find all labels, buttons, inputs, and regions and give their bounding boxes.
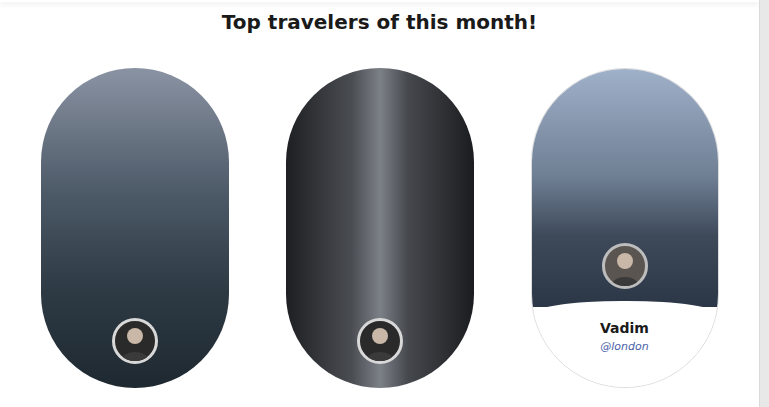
city-photo xyxy=(286,68,474,388)
scrollbar[interactable] xyxy=(759,0,769,407)
avatar[interactable] xyxy=(602,243,648,289)
city-photo xyxy=(532,69,718,307)
city-photo xyxy=(41,68,229,388)
section-title: Top travelers of this month! xyxy=(222,8,537,36)
traveler-info: Vadim @london xyxy=(532,301,718,387)
person-icon xyxy=(605,246,645,286)
avatar[interactable] xyxy=(112,318,158,364)
traveler-list: Vadim @london xyxy=(41,68,719,388)
avatar[interactable] xyxy=(357,318,403,364)
person-icon xyxy=(360,321,400,361)
person-icon xyxy=(115,321,155,361)
traveler-card[interactable]: Vadim @london xyxy=(531,68,719,388)
traveler-card[interactable] xyxy=(41,68,229,388)
traveler-name: Vadim xyxy=(600,319,649,337)
top-bar xyxy=(0,0,759,2)
traveler-handle[interactable]: @london xyxy=(600,339,648,355)
page: Top travelers of this month! Vadim @lond… xyxy=(0,0,769,407)
traveler-card[interactable] xyxy=(286,68,474,388)
main-area: Top travelers of this month! Vadim @lond… xyxy=(0,0,759,407)
